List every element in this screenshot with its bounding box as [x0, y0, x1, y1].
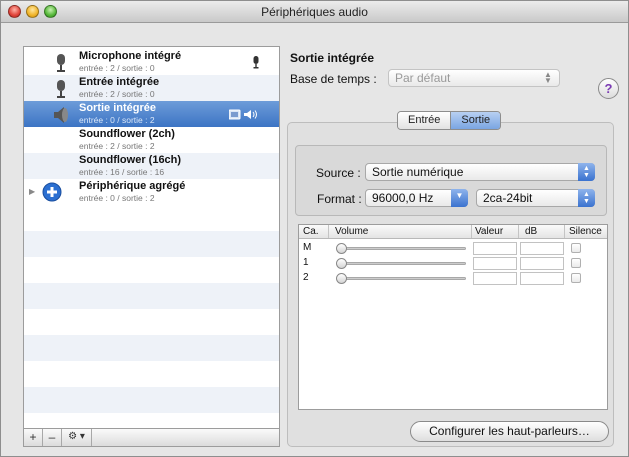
empty-row	[24, 387, 279, 413]
device-io-count: entrée : 0 / sortie : 2	[79, 115, 155, 125]
value-field[interactable]	[473, 242, 517, 255]
device-name: Entrée intégrée	[79, 76, 160, 88]
device-row-microphone[interactable]: Microphone intégré entrée : 2 / sortie :…	[24, 49, 279, 75]
action-menu-button[interactable]: ⚙ ▾	[62, 429, 92, 446]
channel-label: 1	[303, 257, 309, 268]
sample-rate-value: 96000,0 Hz	[372, 191, 434, 205]
channel-row: 2	[299, 271, 607, 285]
volume-slider[interactable]	[341, 262, 466, 265]
column-value: Valeur	[475, 226, 504, 237]
window-title: Périphériques audio	[261, 5, 368, 19]
tab-input[interactable]: Entrée	[398, 112, 451, 129]
title-bar[interactable]: Périphériques audio	[1, 1, 628, 23]
format-label: Format :	[317, 192, 362, 206]
value-field[interactable]	[473, 257, 517, 270]
configure-speakers-button[interactable]: Configurer les haut-parleurs…	[410, 421, 609, 442]
microphone-icon	[57, 80, 65, 98]
mute-checkbox[interactable]	[571, 258, 581, 268]
device-row-builtin-input[interactable]: Entrée intégrée entrée : 2 / sortie : 0	[24, 75, 279, 101]
channel-label: 2	[303, 272, 309, 283]
volume-slider-knob[interactable]	[336, 243, 347, 254]
device-row-aggregate[interactable]: ▶ Périphérique agrégé entrée : 0 / sorti…	[24, 179, 279, 205]
column-volume: Volume	[335, 226, 369, 237]
column-separator	[564, 225, 565, 238]
bit-depth-popup[interactable]: 2ca-24bit ▲ ▼	[476, 189, 595, 207]
volume-slider[interactable]	[341, 277, 466, 280]
device-title: Sortie intégrée	[290, 51, 375, 65]
chevron-down-icon: ▼	[451, 189, 468, 207]
device-io-count: entrée : 2 / sortie : 2	[79, 141, 155, 151]
stream-format-box: Source : Sortie numérique ▲ ▼ Format : 96…	[295, 145, 607, 216]
bit-depth-value: 2ca-24bit	[483, 191, 533, 205]
clock-source-value: Par défaut	[395, 71, 451, 85]
column-separator	[471, 225, 472, 238]
audio-devices-window: Périphériques audio Microphone intégré e…	[0, 0, 629, 457]
device-io-count: entrée : 2 / sortie : 0	[79, 89, 155, 99]
source-label: Source :	[316, 166, 361, 180]
column-separator	[328, 225, 329, 238]
remove-device-button[interactable]: –	[43, 429, 62, 446]
device-list-toolbar: + – ⚙ ▾	[23, 429, 280, 447]
source-value: Sortie numérique	[372, 165, 464, 179]
column-db: dB	[525, 226, 538, 237]
value-field[interactable]	[473, 272, 517, 285]
volume-table: Ca. Volume Valeur dB Silence M 1 2	[298, 224, 608, 410]
channel-row: 1	[299, 256, 607, 270]
plus-icon	[42, 182, 62, 202]
speaker-output-icon	[229, 109, 257, 120]
popup-arrows-icon: ▲ ▼	[578, 189, 595, 207]
device-row-soundflower-16ch[interactable]: Soundflower (16ch) entrée : 16 / sortie …	[24, 153, 279, 179]
db-field[interactable]	[520, 272, 564, 285]
empty-row	[24, 231, 279, 257]
mute-checkbox[interactable]	[571, 273, 581, 283]
device-name: Soundflower (2ch)	[79, 128, 175, 140]
volume-slider-knob[interactable]	[336, 273, 347, 284]
device-row-soundflower-2ch[interactable]: Soundflower (2ch) entrée : 2 / sortie : …	[24, 127, 279, 153]
empty-row	[24, 283, 279, 309]
clock-source-popup[interactable]: Par défaut ▲ ▼	[388, 69, 560, 87]
empty-row	[24, 335, 279, 361]
channel-row: M	[299, 241, 607, 255]
popup-arrows-icon: ▲ ▼	[578, 163, 595, 181]
device-io-count: entrée : 0 / sortie : 2	[79, 193, 155, 203]
source-popup[interactable]: Sortie numérique ▲ ▼	[365, 163, 595, 181]
column-separator	[518, 225, 519, 238]
disclosure-triangle-icon[interactable]: ▶	[29, 187, 35, 196]
add-device-button[interactable]: +	[24, 429, 43, 446]
device-list[interactable]: Microphone intégré entrée : 2 / sortie :…	[23, 46, 280, 429]
popup-arrows-icon: ▲ ▼	[544, 70, 552, 85]
device-name: Soundflower (16ch)	[79, 154, 182, 166]
volume-slider[interactable]	[341, 247, 466, 250]
device-name: Microphone intégré	[79, 50, 182, 62]
help-button[interactable]: ?	[598, 78, 619, 99]
device-io-count: entrée : 16 / sortie : 16	[79, 167, 165, 177]
device-io-count: entrée : 2 / sortie : 0	[79, 63, 155, 73]
device-name: Périphérique agrégé	[79, 180, 186, 192]
device-row-builtin-output[interactable]: Sortie intégrée entrée : 0 / sortie : 2	[24, 101, 279, 127]
column-channel: Ca.	[303, 226, 319, 237]
volume-table-header: Ca. Volume Valeur dB Silence	[299, 225, 607, 239]
channel-label: M	[303, 242, 312, 253]
tab-output[interactable]: Sortie	[450, 112, 501, 129]
microphone-icon	[57, 54, 65, 72]
db-field[interactable]	[520, 242, 564, 255]
column-mute: Silence	[569, 226, 602, 237]
device-name: Sortie intégrée	[79, 102, 157, 114]
clock-source-label: Base de temps :	[290, 72, 377, 86]
sample-rate-popup[interactable]: 96000,0 Hz ▼	[365, 189, 468, 207]
db-field[interactable]	[520, 257, 564, 270]
mute-checkbox[interactable]	[571, 243, 581, 253]
io-tab-control[interactable]: Entrée Sortie	[397, 111, 502, 130]
mic-input-icon	[253, 56, 259, 69]
speaker-icon	[54, 107, 68, 123]
volume-slider-knob[interactable]	[336, 258, 347, 269]
